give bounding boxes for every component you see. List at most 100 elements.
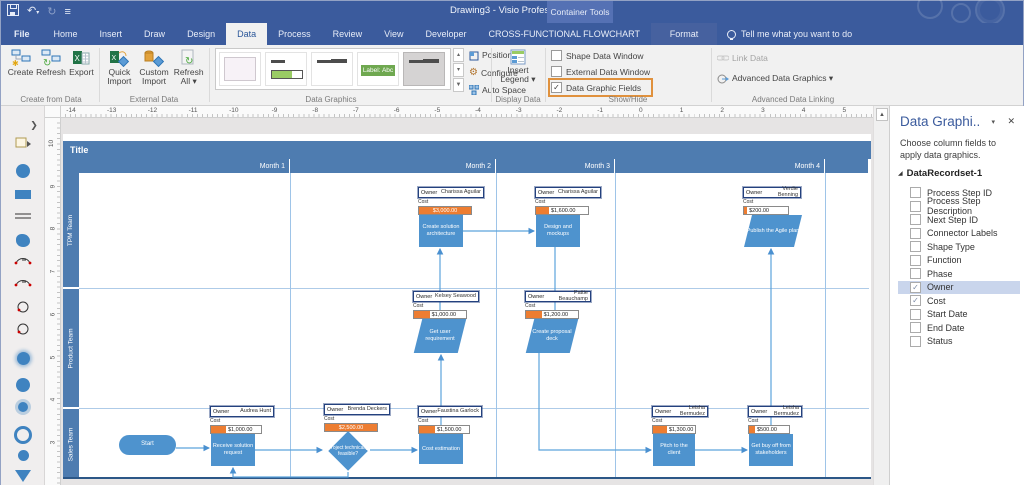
field-checkbox[interactable]	[910, 322, 921, 333]
strip-blob-icon[interactable]	[1, 234, 45, 247]
scroll-up-button[interactable]: ▲	[876, 108, 888, 121]
quick-import-button[interactable]: X Quick Import	[103, 47, 136, 88]
field-checkbox[interactable]	[910, 241, 921, 252]
field-checkbox[interactable]	[910, 214, 921, 225]
owner-caption: Owner	[538, 190, 554, 196]
strip-rectangle-icon[interactable]	[1, 190, 45, 199]
field-checkbox[interactable]	[910, 268, 921, 279]
gallery-tile-label-badge[interactable]: Label: Abc	[357, 52, 399, 86]
tab-review[interactable]: Review	[322, 23, 374, 45]
field-checkbox[interactable]	[910, 187, 921, 198]
flow-shape-start[interactable]: Start	[119, 435, 176, 455]
gallery-scroll-icon[interactable]: ▴	[453, 48, 464, 62]
strip-double-line-icon[interactable]	[1, 212, 45, 220]
tell-me-box[interactable]: Tell me what you want to do	[717, 23, 862, 45]
strip-circle-small-icon[interactable]	[1, 450, 45, 461]
field-cost[interactable]: ✓Cost	[898, 294, 1020, 308]
tab-format[interactable]: Format	[651, 23, 717, 45]
strip-connector-curve-icon[interactable]	[1, 276, 45, 288]
owner-name: Charissa Aguilar	[441, 190, 481, 196]
flow-shape-receive-solution-request[interactable]: Receive solution requestOwnerAudrea Hunt…	[211, 434, 255, 466]
create-button[interactable]: ✱ Create	[7, 47, 34, 79]
field-status[interactable]: Status	[898, 335, 1020, 349]
flow-shape-pitch-to-the-client[interactable]: Pitch to the clientOwnerLeisha BermudezC…	[653, 434, 695, 466]
flow-shape-design-and-mockups[interactable]: Design and mockupsOwnerCharissa AguilarC…	[536, 215, 580, 247]
gallery-tile-callout-selected[interactable]	[403, 52, 445, 86]
advanced-data-graphics-button[interactable]: Advanced Data Graphics ▾	[717, 72, 833, 85]
field-next-step-id[interactable]: Next Step ID	[898, 213, 1020, 227]
gallery-scroll-icon[interactable]: ▾	[453, 63, 464, 77]
flow-shape-cost-estimation[interactable]: Cost estimationOwnerFaustina GarlockCost…	[419, 434, 463, 464]
strip-circle-solid-icon[interactable]	[1, 378, 45, 392]
gallery-tile-data-bar[interactable]	[265, 52, 307, 86]
field-start-date[interactable]: Start Date	[898, 308, 1020, 322]
field-owner[interactable]: ✓Owner	[898, 281, 1020, 295]
field-process-step-description[interactable]: Process Step Description	[898, 200, 1020, 214]
recordset-node[interactable]: ◢DataRecordset-1	[898, 168, 982, 179]
tab-data[interactable]: Data	[226, 23, 267, 45]
gallery-tile-callout[interactable]	[311, 52, 353, 86]
close-icon[interactable]: ✕	[1007, 116, 1015, 127]
insert-legend-button[interactable]: Insert Legend ▾	[495, 47, 541, 86]
strip-triangle-down-icon[interactable]	[1, 470, 45, 482]
custom-import-button[interactable]: Custom Import	[138, 47, 171, 88]
data-graphics-gallery[interactable]: Label: Abc	[215, 48, 451, 90]
tab-developer[interactable]: Developer	[414, 23, 477, 45]
checkbox-shape-data-window[interactable]: Shape Data Window	[551, 49, 650, 62]
field-checkbox[interactable]	[910, 309, 921, 320]
shapes-panel-collapsed[interactable]: ❯	[1, 106, 45, 485]
field-checkbox[interactable]	[910, 228, 921, 239]
field-end-date[interactable]: End Date	[898, 321, 1020, 335]
strip-connector-curve-icon[interactable]	[1, 254, 45, 266]
refresh-button[interactable]: ↻ Refresh	[36, 47, 66, 79]
tab-view[interactable]: View	[373, 23, 414, 45]
field-checkbox[interactable]	[910, 336, 921, 347]
field-checkbox[interactable]: ✓	[910, 282, 921, 293]
checkbox-external-data-window[interactable]: External Data Window	[551, 65, 650, 78]
field-connector-labels[interactable]: Connector Labels	[898, 227, 1020, 241]
drawing-canvas[interactable]: Title Month 1Month 2Month 3Month 4 TPM T…	[61, 118, 873, 485]
tab-home[interactable]: Home	[43, 23, 89, 45]
strip-circle-solid-icon[interactable]	[1, 164, 45, 178]
refresh-all-button[interactable]: ↻ Refresh All ▾	[172, 47, 205, 88]
tab-cross-functional-flowchart[interactable]: CROSS-FUNCTIONAL FLOWCHART	[478, 23, 652, 45]
field-checkbox[interactable]: ✓	[910, 295, 921, 306]
flow-shape-project-technically-feasible[interactable]: Project technically feasible?OwnerBrenda…	[325, 432, 371, 470]
shape-label: Get buy off from stakeholders	[750, 443, 792, 456]
field-shape-type[interactable]: Shape Type	[898, 240, 1020, 254]
shape-label: Receive solution request	[212, 443, 254, 456]
tab-design[interactable]: Design	[176, 23, 226, 45]
strip-stencil-icon[interactable]	[1, 136, 45, 148]
gallery-tile-blank[interactable]	[219, 52, 261, 86]
tab-insert[interactable]: Insert	[89, 23, 134, 45]
vertical-scrollbar[interactable]: ▲	[873, 106, 889, 485]
cost-bar: $3,000.00	[418, 206, 472, 215]
connector[interactable]	[539, 353, 651, 450]
flow-shape-create-proposal-deck[interactable]: Create proposal deckOwnerPattie Beaucham…	[526, 319, 578, 353]
flow-shape-publish-the-agile-plan[interactable]: Publish the Agile planOwnerVerdie Bennin…	[744, 215, 802, 247]
strip-circle-soft-icon[interactable]	[1, 352, 45, 365]
strip-expand-chevron-icon[interactable]: ❯	[1, 120, 45, 131]
strip-circle-halo-icon[interactable]	[1, 402, 45, 412]
gallery-scroll-icon[interactable]: ▼	[453, 78, 464, 92]
tab-process[interactable]: Process	[267, 23, 322, 45]
field-phase[interactable]: Phase	[898, 267, 1020, 281]
strip-arc-icon[interactable]	[1, 322, 45, 336]
data-graphic: OwnerAudrea HuntCost$1,000.00	[210, 406, 274, 434]
chevron-down-icon[interactable]: ▾	[991, 118, 995, 126]
strip-arc-icon[interactable]	[1, 300, 45, 314]
tab-draw[interactable]: Draw	[133, 23, 176, 45]
field-function[interactable]: Function	[898, 254, 1020, 268]
checkbox-data-graphic-fields[interactable]: ✓Data Graphic Fields	[551, 81, 650, 94]
data-graphic: OwnerCharissa AguilarCost$3,000.00	[418, 187, 484, 215]
flow-shape-get-user-requirement[interactable]: Get user requirementOwnerKelsey SeawoodC…	[414, 319, 466, 353]
strip-circle-ring-icon[interactable]	[1, 426, 45, 444]
export-button[interactable]: X Export	[68, 47, 95, 79]
tab-file[interactable]: File	[1, 23, 43, 45]
flow-shape-create-solution-architecture[interactable]: Create solution architectureOwnerChariss…	[419, 215, 463, 247]
field-checkbox[interactable]	[910, 255, 921, 266]
link-data-button[interactable]: Link Data	[717, 51, 833, 64]
flow-shape-get-buy-off-from-stakeholders[interactable]: Get buy off from stakeholdersOwnerLeisha…	[749, 434, 793, 466]
field-label: Phase	[927, 269, 953, 279]
field-checkbox[interactable]	[910, 201, 921, 212]
